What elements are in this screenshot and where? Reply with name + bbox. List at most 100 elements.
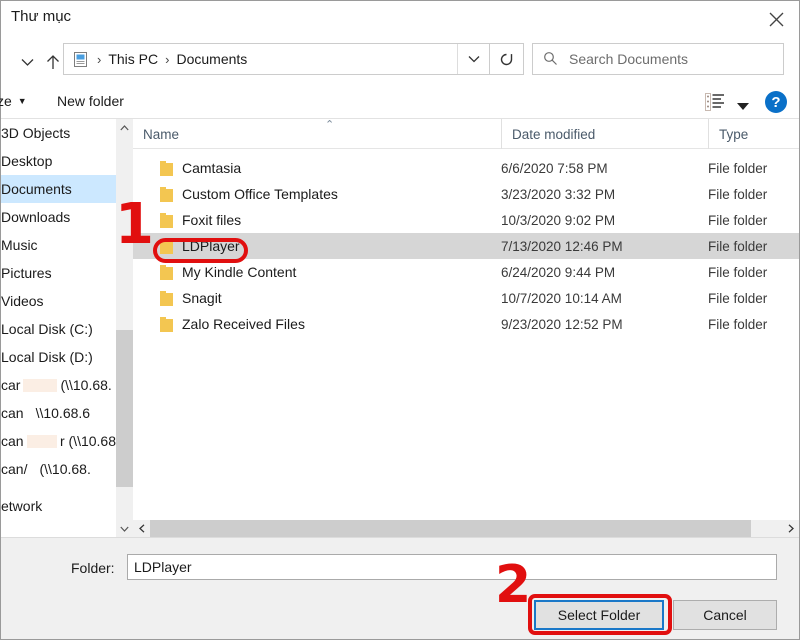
- folder-name-input[interactable]: LDPlayer: [127, 554, 777, 580]
- sidebar-scroll-thumb[interactable]: [116, 330, 133, 487]
- file-type-cell: File folder: [708, 161, 767, 176]
- table-row[interactable]: Zalo Received Files9/23/2020 12:52 PMFil…: [133, 311, 799, 337]
- table-row[interactable]: Snagit10/7/2020 10:14 AMFile folder: [133, 285, 799, 311]
- refresh-icon: [498, 51, 515, 68]
- close-glyph: [769, 12, 784, 27]
- sidebar-item-label: can: [1, 405, 24, 421]
- sidebar-item-label: Downloads: [1, 209, 70, 225]
- content-area: 3D Objects Desktop Documents Downloads Music…: [1, 119, 799, 537]
- cancel-button[interactable]: Cancel: [673, 600, 777, 630]
- sidebar-item-videos[interactable]: Videos: [1, 287, 116, 315]
- column-header-name[interactable]: Name: [133, 119, 501, 149]
- sidebar-scrollbar[interactable]: [116, 119, 133, 537]
- breadcrumb-separator-1: ›: [90, 53, 108, 66]
- sidebar-scroll-down-corner[interactable]: [116, 520, 133, 537]
- sidebar-item-pictures[interactable]: Pictures: [1, 259, 116, 287]
- file-name-cell: Snagit: [133, 290, 222, 306]
- list-view-icon[interactable]: [705, 93, 725, 111]
- scroll-up-icon[interactable]: [116, 119, 133, 136]
- sidebar-item-local-disk-d[interactable]: Local Disk (D:): [1, 343, 116, 371]
- this-pc-icon: [72, 50, 90, 68]
- file-date-cell: 7/13/2020 12:46 PM: [501, 239, 623, 254]
- sidebar-divider: [1, 483, 116, 492]
- folder-icon: [160, 213, 173, 228]
- chevron-down-icon: [737, 102, 749, 110]
- file-date-cell: 3/23/2020 3:32 PM: [501, 187, 615, 202]
- window-title: Thư mục: [11, 8, 71, 25]
- horizontal-scroll-thumb[interactable]: [150, 520, 751, 537]
- up-arrow-icon[interactable]: [41, 50, 65, 74]
- sidebar-item-label: 3D Objects: [1, 125, 70, 141]
- breadcrumb[interactable]: › This PC › Documents: [63, 43, 490, 75]
- view-dropdown-icon[interactable]: [737, 97, 749, 115]
- sidebar-item-label: Desktop: [1, 153, 52, 169]
- file-date-cell: 9/23/2020 12:52 PM: [501, 317, 623, 332]
- chevron-down-icon: ▼: [18, 96, 27, 106]
- organize-button[interactable]: ze ▼: [0, 93, 27, 109]
- sidebar-item-3d-objects[interactable]: 3D Objects: [1, 119, 116, 147]
- annotation-step-2: 2: [495, 559, 531, 611]
- organize-label: ze: [0, 93, 12, 109]
- sidebar-item-downloads[interactable]: Downloads: [1, 203, 116, 231]
- sidebar-item-can[interactable]: can \\10.68.6: [1, 399, 116, 427]
- file-type-cell: File folder: [708, 239, 767, 254]
- table-row[interactable]: Foxit files10/3/2020 9:02 PMFile folder: [133, 207, 799, 233]
- history-dropdown-icon[interactable]: [15, 50, 39, 74]
- scroll-left-icon[interactable]: [133, 520, 150, 537]
- magnifier-glyph: [543, 51, 558, 66]
- sidebar-item-desktop[interactable]: Desktop: [1, 147, 116, 175]
- refresh-button[interactable]: [490, 43, 524, 75]
- sidebar-item-label: Videos: [1, 293, 44, 309]
- chevron-down-icon: [468, 55, 480, 63]
- file-date-cell: 6/24/2020 9:44 PM: [501, 265, 615, 280]
- folder-icon: [160, 161, 173, 176]
- file-name-cell: Camtasia: [133, 160, 241, 176]
- toolbar: ze ▼ New folder ?: [1, 85, 799, 119]
- sidebar-item-label: etwork: [1, 498, 42, 514]
- navigation-sidebar: 3D Objects Desktop Documents Downloads Music…: [1, 119, 116, 537]
- breadcrumb-dropdown-icon[interactable]: [457, 44, 489, 74]
- chevron-right-glyph: [788, 524, 794, 533]
- sidebar-item-can[interactable]: can/(\\10.68.: [1, 455, 116, 483]
- sidebar-item-label: car: [1, 377, 20, 393]
- breadcrumb-item-documents[interactable]: Documents: [176, 51, 247, 67]
- sidebar-item-etwork[interactable]: etwork: [1, 492, 116, 520]
- sidebar-item-car[interactable]: car (\\10.68.: [1, 371, 116, 399]
- file-name-label: Zalo Received Files: [182, 316, 305, 332]
- sidebar-item-label: can: [1, 433, 24, 449]
- this-pc-glyph: [72, 51, 89, 68]
- table-row[interactable]: Custom Office Templates3/23/2020 3:32 PM…: [133, 181, 799, 207]
- column-header-type[interactable]: Type: [708, 119, 799, 149]
- sidebar-item-label: Local Disk (C:): [1, 321, 93, 337]
- sidebar-item-can[interactable]: canr (\\10.68: [1, 427, 116, 455]
- breadcrumb-item-this-pc[interactable]: This PC: [108, 51, 158, 67]
- sidebar-item-path: (\\10.68.: [60, 377, 111, 393]
- sidebar-item-label: can/: [1, 461, 27, 477]
- sidebar-item-documents[interactable]: Documents: [1, 175, 116, 203]
- chevron-up-glyph: [120, 125, 129, 131]
- sidebar-item-redacted-region: [23, 379, 57, 392]
- folder-icon: [160, 187, 173, 202]
- search-icon: [543, 51, 559, 67]
- search-input[interactable]: Search Documents: [532, 43, 784, 75]
- sidebar-item-music[interactable]: Music: [1, 231, 116, 259]
- annotation-highlight-select-folder: [528, 594, 672, 635]
- sidebar-item-path: \\10.68.6: [36, 405, 91, 421]
- horizontal-scrollbar[interactable]: [133, 520, 799, 537]
- help-button[interactable]: ?: [765, 91, 787, 113]
- sidebar-item-redacted-region: [27, 435, 57, 448]
- file-date-cell: 10/3/2020 9:02 PM: [501, 213, 615, 228]
- table-row[interactable]: Camtasia6/6/2020 7:58 PMFile folder: [133, 155, 799, 181]
- column-header-date-modified[interactable]: Date modified: [501, 119, 708, 149]
- new-folder-button[interactable]: New folder: [57, 93, 124, 109]
- file-name-label: Camtasia: [182, 160, 241, 176]
- sidebar-item-label: Music: [1, 237, 38, 253]
- chevron-down-icon: [21, 58, 34, 67]
- close-icon[interactable]: [753, 1, 799, 37]
- annotation-highlight-ldplayer: [153, 238, 248, 263]
- scroll-right-icon[interactable]: [782, 520, 799, 537]
- sidebar-item-label: Pictures: [1, 265, 52, 281]
- sidebar-item-local-disk-c[interactable]: Local Disk (C:): [1, 315, 116, 343]
- chevron-down-glyph: [120, 526, 129, 532]
- file-date-cell: 10/7/2020 10:14 AM: [501, 291, 622, 306]
